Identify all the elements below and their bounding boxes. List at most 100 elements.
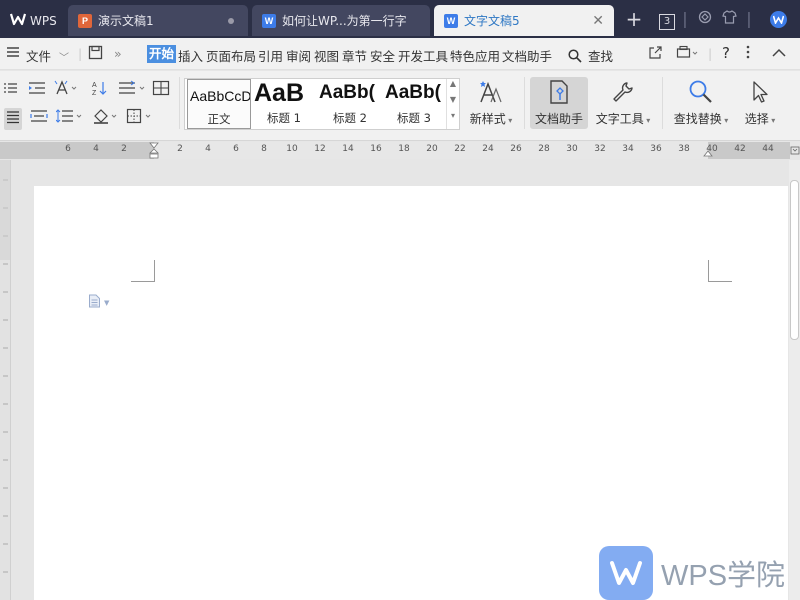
increase-indent-icon[interactable]: [28, 81, 46, 99]
margin-corner-top-left: [131, 260, 155, 282]
ribbon-divider: [662, 77, 663, 129]
ruler-tick-label: 12: [314, 144, 326, 154]
skin-icon[interactable]: [696, 9, 714, 29]
bullet-list-icon[interactable]: [4, 81, 18, 99]
tab-document-5[interactable]: W 文字文稿5 ✕: [434, 5, 614, 36]
menu-divider: |: [708, 46, 713, 61]
menu-tab-home[interactable]: 开始: [147, 45, 177, 63]
svg-text:A: A: [92, 82, 97, 89]
unsaved-dot-icon: [228, 17, 234, 24]
style-preview: AaBb(: [385, 82, 441, 103]
tab-presentation-1[interactable]: P 演示文稿1: [68, 5, 248, 36]
menu-tab-review[interactable]: 审阅: [286, 46, 311, 65]
right-indent-marker[interactable]: [702, 146, 714, 161]
menu-bar: 文件 ﹀ | » 开始 插入 页面布局 引用 审阅 视图 章节 安全 开发工具 …: [0, 38, 800, 70]
svg-text:Z: Z: [92, 90, 97, 96]
search-icon: [568, 49, 582, 66]
more-options-icon[interactable]: [746, 44, 750, 63]
print-preview-icon[interactable]: [676, 45, 698, 63]
save-icon[interactable]: [88, 45, 103, 63]
close-tab-icon[interactable]: ✕: [592, 13, 604, 29]
search-label: 查找: [587, 49, 613, 64]
new-style-button[interactable]: 新样式 ▾: [464, 77, 518, 127]
ruler-tick-label: 36: [650, 144, 662, 154]
ruler-tick-label: 20: [426, 144, 438, 154]
share-icon[interactable]: [648, 45, 663, 63]
ruler-tick-label: 44: [762, 144, 774, 154]
align-justify-button[interactable]: [4, 108, 22, 130]
scroll-down-icon[interactable]: ▼: [447, 95, 459, 111]
menu-tab-references[interactable]: 引用: [258, 46, 283, 65]
style-heading-1[interactable]: AaB 标题 1: [252, 79, 316, 129]
help-icon[interactable]: ?: [722, 44, 730, 62]
presentation-icon: P: [78, 13, 92, 28]
ruler-tick-label: 28: [538, 144, 550, 154]
file-menu-button[interactable]: 文件 ﹀: [26, 46, 69, 65]
menu-tab-page-layout[interactable]: 页面布局: [206, 46, 256, 65]
style-label: 标题 1: [267, 111, 301, 125]
select-button[interactable]: 选择 ▾: [738, 77, 782, 127]
ruler-tick-label: 24: [482, 144, 494, 154]
collapse-ribbon-icon[interactable]: [772, 46, 786, 61]
horizontal-ruler[interactable]: 6 4 2 2 4 6 8 10 12 14 16 18 20 22 24 26…: [0, 142, 790, 159]
ruler-tick-label: 32: [594, 144, 606, 154]
scroll-up-icon[interactable]: ▲: [447, 79, 459, 95]
vertical-ruler[interactable]: [0, 160, 11, 600]
text-effect-icon[interactable]: [54, 80, 80, 100]
window-count-button[interactable]: 3: [656, 9, 678, 30]
style-normal[interactable]: AaBbCcD 正文: [187, 79, 251, 129]
ruler-tick-label: 26: [510, 144, 522, 154]
scrollbar-thumb[interactable]: [790, 180, 799, 340]
expand-gallery-icon[interactable]: ▾: [447, 111, 459, 127]
vertical-scrollbar[interactable]: [789, 160, 800, 600]
tab-label: 演示文稿1: [98, 14, 154, 28]
menu-divider: |: [78, 46, 83, 61]
chevron-down-icon: ▼: [104, 298, 110, 307]
wps-logo-icon: [9, 12, 27, 29]
ruler-tick-label: 4: [93, 144, 99, 154]
sort-az-icon[interactable]: AZ: [92, 80, 108, 100]
find-replace-button[interactable]: 查找替换 ▾: [670, 77, 732, 127]
menu-tab-doc-assistant[interactable]: 文档助手: [502, 46, 552, 65]
paragraph-spacing-icon[interactable]: [55, 109, 84, 127]
menu-tab-insert[interactable]: 插入: [178, 46, 203, 65]
tab-document-howto[interactable]: W 如何让WP...为第一行字: [252, 5, 430, 36]
style-preview: AaB: [254, 79, 305, 107]
ruler-tick-label: 42: [734, 144, 746, 154]
more-double-chevron-icon[interactable]: »: [114, 46, 122, 61]
add-tab-button[interactable]: +: [624, 9, 644, 29]
menu-tab-security[interactable]: 安全: [370, 46, 395, 65]
ruler-tick-label: 38: [678, 144, 690, 154]
shading-fill-icon[interactable]: [92, 108, 120, 128]
tab-wps-home[interactable]: WPS: [6, 5, 64, 36]
doc-assistant-button[interactable]: 文档助手: [530, 77, 588, 129]
style-heading-3[interactable]: AaBb( 标题 3: [383, 79, 445, 129]
ruler-tick-label: 22: [454, 144, 466, 154]
document-page[interactable]: ▼: [34, 186, 788, 600]
ruler-tick-label: 6: [233, 144, 239, 154]
borders-icon[interactable]: [126, 108, 154, 128]
ruler-tick-label: 16: [370, 144, 382, 154]
tab-bar-divider: |: [746, 9, 752, 28]
line-spacing-icon[interactable]: [118, 80, 148, 100]
menu-tab-developer[interactable]: 开发工具: [398, 46, 448, 65]
first-line-indent-marker[interactable]: [148, 142, 160, 162]
menu-tab-chapter[interactable]: 章节: [342, 46, 367, 65]
menu-tab-view[interactable]: 视图: [314, 46, 339, 65]
paragraph-options-button[interactable]: ▼: [88, 294, 109, 311]
search-button[interactable]: 查找: [568, 46, 613, 66]
ribbon-divider: [524, 77, 525, 129]
ruler-tick-label: 10: [286, 144, 298, 154]
chevron-down-icon: ▾: [505, 116, 513, 125]
account-icon[interactable]: [768, 9, 788, 29]
style-heading-2[interactable]: AaBb( 标题 2: [317, 79, 383, 129]
hamburger-menu-icon[interactable]: [6, 45, 20, 62]
menu-tab-special-apps[interactable]: 特色应用: [450, 46, 500, 65]
show-hide-paragraph-icon[interactable]: [152, 80, 170, 100]
distributed-align-icon[interactable]: [30, 109, 48, 127]
ruler-tick-label: 4: [205, 144, 211, 154]
style-gallery: AaBbCcD 正文 AaB 标题 1 AaBb( 标题 2 AaBb( 标题 …: [184, 78, 460, 130]
shirt-icon[interactable]: [720, 9, 738, 29]
text-tools-button[interactable]: 文字工具 ▾: [592, 77, 654, 127]
ruler-toggle-icon[interactable]: [790, 142, 800, 159]
